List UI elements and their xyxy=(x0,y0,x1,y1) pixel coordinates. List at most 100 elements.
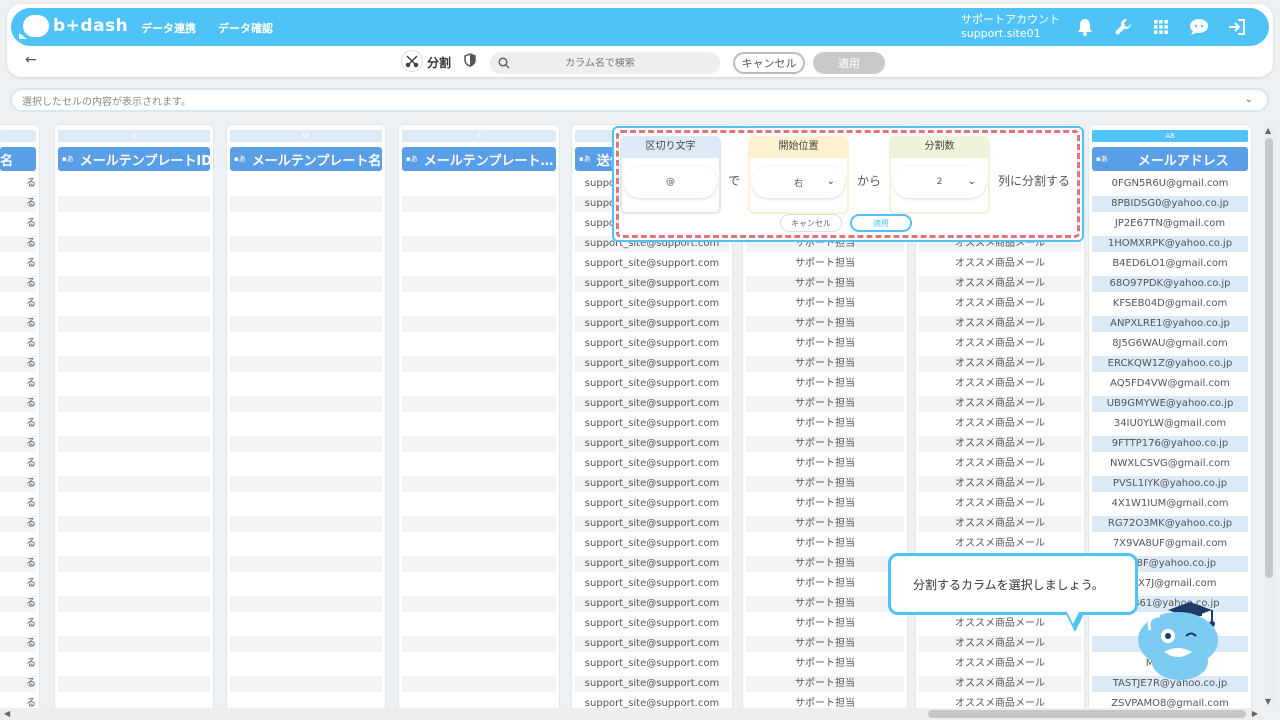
table-cell[interactable] xyxy=(230,436,382,452)
table-cell[interactable] xyxy=(402,456,556,472)
table-cell[interactable]: る xyxy=(0,276,36,292)
table-cell[interactable]: サポート担当 xyxy=(746,696,904,708)
table-cell[interactable]: support_site@support.com xyxy=(575,376,729,392)
table-cell[interactable]: サポート担当 xyxy=(746,296,904,312)
table-cell[interactable]: support_site@support.com xyxy=(575,316,729,332)
table-cell[interactable] xyxy=(58,616,210,632)
table-cell[interactable] xyxy=(230,236,382,252)
table-cell[interactable]: ERCKQW1Z@yahoo.co.jp xyxy=(1092,356,1248,372)
table-cell[interactable]: AQ5FD4VW@gmail.com xyxy=(1092,376,1248,392)
table-cell[interactable] xyxy=(230,476,382,492)
table-cell[interactable]: サポート担当 xyxy=(746,476,904,492)
table-cell[interactable]: る xyxy=(0,536,36,552)
table-cell[interactable] xyxy=(58,456,210,472)
table-cell[interactable]: る xyxy=(0,616,36,632)
table-cell[interactable] xyxy=(230,336,382,352)
apply-button[interactable]: 適用 xyxy=(813,52,885,74)
table-cell[interactable]: オススメ商品メール xyxy=(919,396,1081,412)
table-cell[interactable] xyxy=(402,596,556,612)
table-cell[interactable]: サポート担当 xyxy=(746,576,904,592)
table-cell[interactable] xyxy=(402,236,556,252)
table-cell[interactable]: support_site@support.com xyxy=(575,416,729,432)
cell-content-bar[interactable]: 選択したセルの内容が表示されます。 ⌄ xyxy=(10,88,1269,112)
table-cell[interactable] xyxy=(58,596,210,612)
table-cell[interactable]: RG72O3MK@yahoo.co.jp xyxy=(1092,516,1248,532)
table-cell[interactable]: サポート担当 xyxy=(746,536,904,552)
table-cell[interactable] xyxy=(58,236,210,252)
table-cell[interactable] xyxy=(402,316,556,332)
bell-icon[interactable] xyxy=(1075,17,1095,37)
table-cell[interactable] xyxy=(230,356,382,372)
table-cell[interactable]: る xyxy=(0,316,36,332)
table-cell[interactable] xyxy=(402,436,556,452)
back-arrow-icon[interactable]: ← xyxy=(25,52,37,68)
table-cell[interactable]: る xyxy=(0,196,36,212)
table-cell[interactable] xyxy=(58,316,210,332)
popup-apply-button[interactable]: 適用 xyxy=(850,214,912,232)
table-cell[interactable] xyxy=(230,316,382,332)
table-cell[interactable]: オススメ商品メール xyxy=(919,516,1081,532)
table-cell[interactable] xyxy=(402,676,556,692)
table-cell[interactable]: サポート担当 xyxy=(746,496,904,512)
table-cell[interactable]: る xyxy=(0,476,36,492)
table-cell[interactable] xyxy=(230,696,382,708)
table-cell[interactable] xyxy=(402,536,556,552)
table-cell[interactable]: support_site@support.com xyxy=(575,656,729,672)
table-cell[interactable] xyxy=(230,596,382,612)
vertical-scrollbar[interactable]: ▲ ▼ xyxy=(1262,124,1276,708)
account-info[interactable]: サポートアカウント support.site01 xyxy=(961,13,1060,41)
table-cell[interactable]: サポート担当 xyxy=(746,616,904,632)
table-cell[interactable] xyxy=(402,196,556,212)
table-cell[interactable]: サポート担当 xyxy=(746,676,904,692)
table-cell[interactable]: support_site@support.com xyxy=(575,256,729,272)
table-cell[interactable]: support_site@support.com xyxy=(575,516,729,532)
table-cell[interactable] xyxy=(402,476,556,492)
table-cell[interactable]: support_site@support.com xyxy=(575,356,729,372)
mascot-icon[interactable] xyxy=(1130,596,1230,691)
column-W[interactable]: W ▪あ メールテンプレート名 xyxy=(226,124,386,708)
table-cell[interactable]: 8PBIDSG0@yahoo.co.jp xyxy=(1092,196,1248,212)
table-cell[interactable]: KFSEB04D@gmail.com xyxy=(1092,296,1248,312)
table-cell[interactable]: オススメ商品メール xyxy=(919,376,1081,392)
table-cell[interactable]: オススメ商品メール xyxy=(919,416,1081,432)
table-cell[interactable]: オススメ商品メール xyxy=(919,296,1081,312)
table-cell[interactable]: サポート担当 xyxy=(746,336,904,352)
table-cell[interactable]: support_site@support.com xyxy=(575,276,729,292)
table-cell[interactable]: サポート担当 xyxy=(746,316,904,332)
table-cell[interactable]: オススメ商品メール xyxy=(919,656,1081,672)
table-cell[interactable]: support_site@support.com xyxy=(575,576,729,592)
table-cell[interactable] xyxy=(230,296,382,312)
table-cell[interactable]: る xyxy=(0,416,36,432)
cancel-button[interactable]: キャンセル xyxy=(733,52,805,74)
table-cell[interactable]: PVSL1IYK@yahoo.co.jp xyxy=(1092,476,1248,492)
table-cell[interactable]: る xyxy=(0,676,36,692)
table-cell[interactable]: サポート担当 xyxy=(746,556,904,572)
table-cell[interactable]: る xyxy=(0,576,36,592)
table-cell[interactable]: support_site@support.com xyxy=(575,536,729,552)
table-cell[interactable]: 34IU0YLW@gmail.com xyxy=(1092,416,1248,432)
table-cell[interactable]: サポート担当 xyxy=(746,596,904,612)
table-cell[interactable] xyxy=(58,396,210,412)
table-cell[interactable]: 0FGN5R6U@gmail.com xyxy=(1092,176,1248,192)
table-cell[interactable] xyxy=(230,556,382,572)
table-cell[interactable]: る xyxy=(0,356,36,372)
table-cell[interactable] xyxy=(230,176,382,192)
table-cell[interactable]: オススメ商品メール xyxy=(919,676,1081,692)
count-select[interactable]: 2 ⌄ xyxy=(893,166,986,198)
column-header[interactable]: 名 xyxy=(0,147,36,171)
nav-data-check[interactable]: データ確認 xyxy=(218,20,273,36)
table-cell[interactable] xyxy=(58,276,210,292)
table-cell[interactable] xyxy=(402,356,556,372)
table-cell[interactable]: サポート担当 xyxy=(746,396,904,412)
table-cell[interactable] xyxy=(230,276,382,292)
table-cell[interactable] xyxy=(402,416,556,432)
table-cell[interactable]: る xyxy=(0,516,36,532)
chat-icon[interactable] xyxy=(1189,17,1209,37)
table-cell[interactable] xyxy=(230,216,382,232)
table-cell[interactable] xyxy=(230,536,382,552)
table-cell[interactable] xyxy=(402,396,556,412)
table-cell[interactable]: オススメ商品メール xyxy=(919,636,1081,652)
table-cell[interactable] xyxy=(230,256,382,272)
wrench-icon[interactable] xyxy=(1113,17,1133,37)
table-cell[interactable] xyxy=(230,396,382,412)
